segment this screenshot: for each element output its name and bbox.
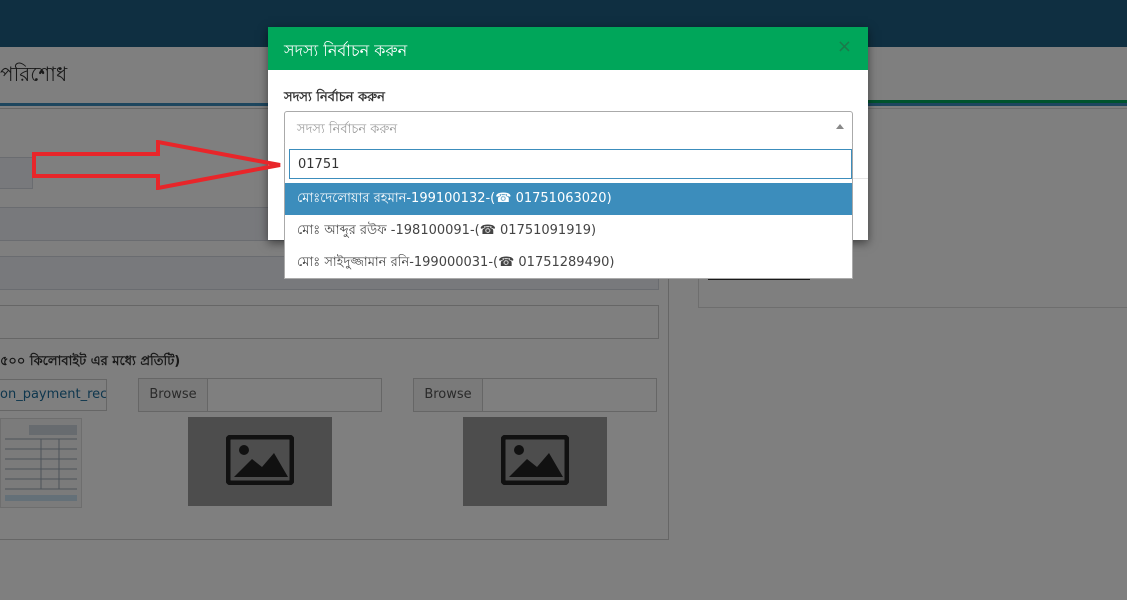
- member-option[interactable]: মোঃদেলোয়ার রহমান-199100132-(☎ 017510630…: [285, 183, 852, 215]
- modal-footer-divider: [853, 178, 868, 179]
- member-option[interactable]: মোঃ আব্দুর রউফ -198100091-(☎ 01751091919…: [285, 215, 852, 247]
- member-select-placeholder: সদস্য নির্বাচন করুন: [297, 122, 398, 137]
- member-dropdown: মোঃদেলোয়ার রহমান-199100132-(☎ 017510630…: [284, 143, 853, 279]
- close-icon[interactable]: ×: [837, 36, 852, 57]
- dropdown-arrow-icon[interactable]: [836, 124, 844, 129]
- annotation-arrow-icon: [30, 139, 286, 194]
- member-select-label: সদস্য নির্বাচন করুন: [284, 90, 385, 105]
- modal-header: সদস্য নির্বাচন করুন ×: [268, 27, 868, 70]
- modal-title: সদস্য নির্বাচন করুন: [284, 41, 408, 60]
- member-search-input[interactable]: [289, 149, 852, 179]
- member-select[interactable]: সদস্য নির্বাচন করুন: [284, 111, 853, 145]
- member-option[interactable]: মোঃ সাইদুজ্জামান রনি-199000031-(☎ 017512…: [285, 247, 852, 279]
